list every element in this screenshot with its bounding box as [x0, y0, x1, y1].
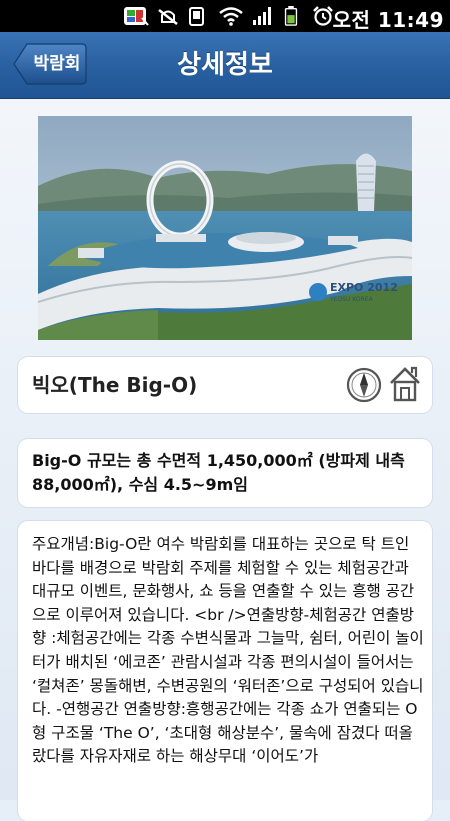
svg-text:YEOSU KOREA: YEOSU KOREA — [329, 296, 374, 303]
status-bar: 오전 11:49 — [0, 0, 450, 32]
battery-icon — [284, 6, 298, 26]
expo-logo-text: EXPO 2012 — [330, 281, 398, 294]
signal-icon — [253, 7, 271, 25]
description-card[interactable]: 주요개념:Big-O란 여수 박람회를 대표하는 곳으로 탁 트인 바다를 배경… — [18, 521, 432, 821]
alarm-icon — [313, 6, 333, 26]
detail-content: EXPO 2012 YEOSU KOREA 빅오(The Big-O) Big-… — [0, 99, 450, 821]
title-bar: 박람회 상세정보 — [0, 32, 450, 99]
summary-card: Big-O 규모는 총 수면적 1,450,000㎡ (방파제 내측 88,00… — [18, 439, 432, 507]
status-time: 오전 11:49 — [332, 8, 444, 32]
place-name: 빅오(The Big-O) — [32, 373, 198, 397]
compass-icon[interactable] — [346, 367, 382, 403]
mute-icon — [189, 7, 204, 26]
place-name-card: 빅오(The Big-O) — [18, 357, 432, 413]
big-o-illustration: EXPO 2012 YEOSU KOREA — [38, 116, 412, 340]
summary-text: Big-O 규모는 총 수면적 1,450,000㎡ (방파제 내측 88,00… — [32, 451, 405, 494]
app-notification-icon — [124, 7, 149, 26]
page-title: 상세정보 — [177, 50, 273, 80]
place-image: EXPO 2012 YEOSU KOREA — [38, 116, 412, 340]
home-icon[interactable] — [388, 365, 422, 403]
dnd-icon — [158, 9, 178, 25]
wifi-icon — [219, 7, 243, 26]
description-text: 주요개념:Big-O란 여수 박람회를 대표하는 곳으로 탁 트인 바다를 배경… — [32, 535, 424, 766]
